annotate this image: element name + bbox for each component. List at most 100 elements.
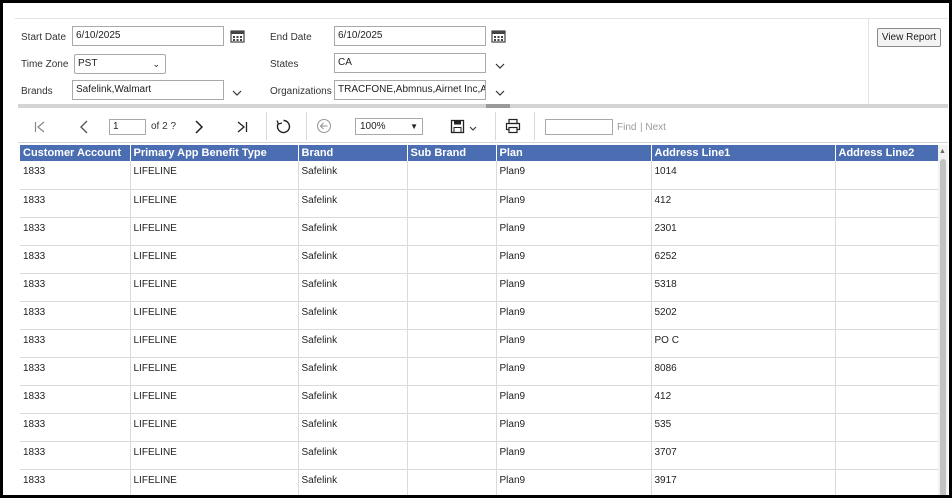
table-cell: Safelink [298, 385, 408, 414]
table-cell: Safelink [298, 189, 408, 218]
scroll-up-arrow-icon[interactable]: ▲ [939, 148, 946, 155]
table-cell: 1833 [20, 413, 131, 442]
last-page-icon[interactable] [235, 120, 249, 134]
table-cell: Plan9 [496, 245, 652, 274]
back-icon[interactable] [316, 118, 332, 134]
table-cell: Plan9 [496, 385, 652, 414]
column-header[interactable]: Plan [496, 145, 652, 161]
next-page-icon[interactable] [192, 119, 206, 135]
zoom-select[interactable]: 100% ▼ [355, 118, 423, 135]
table-cell: Plan9 [496, 189, 652, 218]
table-cell: 1833 [20, 217, 131, 246]
zoom-value: 100% [360, 121, 386, 132]
table-cell [407, 329, 497, 358]
find-link[interactable]: Find [617, 122, 636, 133]
table-row[interactable]: 1833 LIFELINE Safelink Plan9 2301 [20, 217, 938, 246]
page-number-input[interactable]: 1 [109, 119, 146, 135]
time-zone-value: PST [78, 58, 98, 69]
table-cell [407, 385, 497, 414]
table-cell: Safelink [298, 301, 408, 330]
previous-page-icon[interactable] [77, 119, 91, 135]
column-header[interactable]: Sub Brand [407, 145, 497, 161]
states-input[interactable]: CA [334, 53, 486, 73]
first-page-icon[interactable] [33, 120, 47, 134]
table-cell: 1833 [20, 245, 131, 274]
chevron-down-icon[interactable] [494, 87, 506, 99]
table-cell: LIFELINE [130, 161, 299, 190]
column-header[interactable]: Customer Account [20, 145, 131, 161]
time-zone-select[interactable]: PST ⌄ [74, 54, 166, 74]
table-row[interactable]: 1833 LIFELINE Safelink Plan9 6252 [20, 245, 938, 274]
calendar-icon[interactable] [491, 29, 506, 43]
table-cell [407, 245, 497, 274]
table-row[interactable]: 1833 LIFELINE Safelink Plan9 535 [20, 413, 938, 442]
start-date-input[interactable]: 6/10/2025 [72, 26, 224, 46]
table-cell [835, 273, 938, 302]
vertical-scrollbar[interactable]: ▲ [938, 145, 948, 495]
table-cell: Safelink [298, 273, 408, 302]
table-row[interactable]: 1833 LIFELINE Safelink Plan9 PO C [20, 329, 938, 358]
table-cell [835, 329, 938, 358]
table-cell: Plan9 [496, 301, 652, 330]
table-cell: 2301 [651, 217, 836, 246]
toolbar-separator [495, 112, 496, 140]
print-icon[interactable] [505, 118, 521, 134]
brands-input[interactable]: Safelink,Walmart [72, 80, 224, 100]
table-cell: Safelink [298, 441, 408, 470]
table-row[interactable]: 1833 LIFELINE Safelink Plan9 3917 [20, 469, 938, 495]
organizations-label: Organizations [270, 86, 332, 97]
table-cell: LIFELINE [130, 357, 299, 386]
column-header[interactable]: Brand [298, 145, 408, 161]
toolbar-separator [306, 112, 307, 140]
splitter-grip[interactable] [486, 104, 510, 108]
table-cell: Safelink [298, 357, 408, 386]
parameter-splitter[interactable] [18, 104, 948, 108]
table-cell: Plan9 [496, 329, 652, 358]
calendar-icon[interactable] [230, 29, 245, 43]
table-row[interactable]: 1833 LIFELINE Safelink Plan9 412 [20, 385, 938, 414]
table-cell: Safelink [298, 413, 408, 442]
report-table: Customer Account Primary App Benefit Typ… [20, 145, 938, 495]
table-cell [835, 245, 938, 274]
page-count-label: of 2 ? [151, 121, 177, 132]
table-cell: 1833 [20, 329, 131, 358]
table-cell: 1833 [20, 273, 131, 302]
table-cell: Safelink [298, 245, 408, 274]
chevron-down-icon[interactable] [231, 87, 243, 99]
column-header[interactable]: Address Line1 [651, 145, 836, 161]
chevron-down-icon[interactable] [494, 60, 506, 72]
table-row[interactable]: 1833 LIFELINE Safelink Plan9 8086 [20, 357, 938, 386]
table-cell: PO C [651, 329, 836, 358]
table-row[interactable]: 1833 LIFELINE Safelink Plan9 3707 [20, 441, 938, 470]
organizations-input[interactable]: TRACFONE,Abmnus,Airnet Inc,AM [334, 80, 486, 100]
table-cell [835, 385, 938, 414]
find-input[interactable] [545, 119, 613, 135]
chevron-down-icon[interactable] [468, 124, 478, 134]
time-zone-label: Time Zone [21, 59, 69, 70]
end-date-label: End Date [270, 32, 312, 43]
find-next-link[interactable]: | Next [640, 122, 666, 133]
table-cell [407, 273, 497, 302]
refresh-icon[interactable] [275, 118, 292, 135]
table-row[interactable]: 1833 LIFELINE Safelink Plan9 5202 [20, 301, 938, 330]
table-row[interactable]: 1833 LIFELINE Safelink Plan9 1014 [20, 161, 938, 190]
column-header[interactable]: Address Line2 [835, 145, 938, 161]
table-row[interactable]: 1833 LIFELINE Safelink Plan9 412 [20, 189, 938, 218]
brands-label: Brands [21, 86, 53, 97]
end-date-input[interactable]: 6/10/2025 [334, 26, 486, 46]
save-icon[interactable] [450, 119, 465, 134]
parameter-divider [868, 19, 869, 105]
table-cell: 3917 [651, 469, 836, 495]
view-report-button[interactable]: View Report [877, 28, 941, 47]
table-cell: 3707 [651, 441, 836, 470]
table-cell [407, 217, 497, 246]
scroll-thumb[interactable] [940, 159, 946, 495]
column-header[interactable]: Primary App Benefit Type [130, 145, 299, 161]
table-cell [407, 161, 497, 190]
table-row[interactable]: 1833 LIFELINE Safelink Plan9 5318 [20, 273, 938, 302]
table-cell: LIFELINE [130, 385, 299, 414]
table-cell: 1833 [20, 161, 131, 190]
table-cell: 1833 [20, 469, 131, 495]
table-cell [407, 469, 497, 495]
table-cell: Safelink [298, 161, 408, 190]
